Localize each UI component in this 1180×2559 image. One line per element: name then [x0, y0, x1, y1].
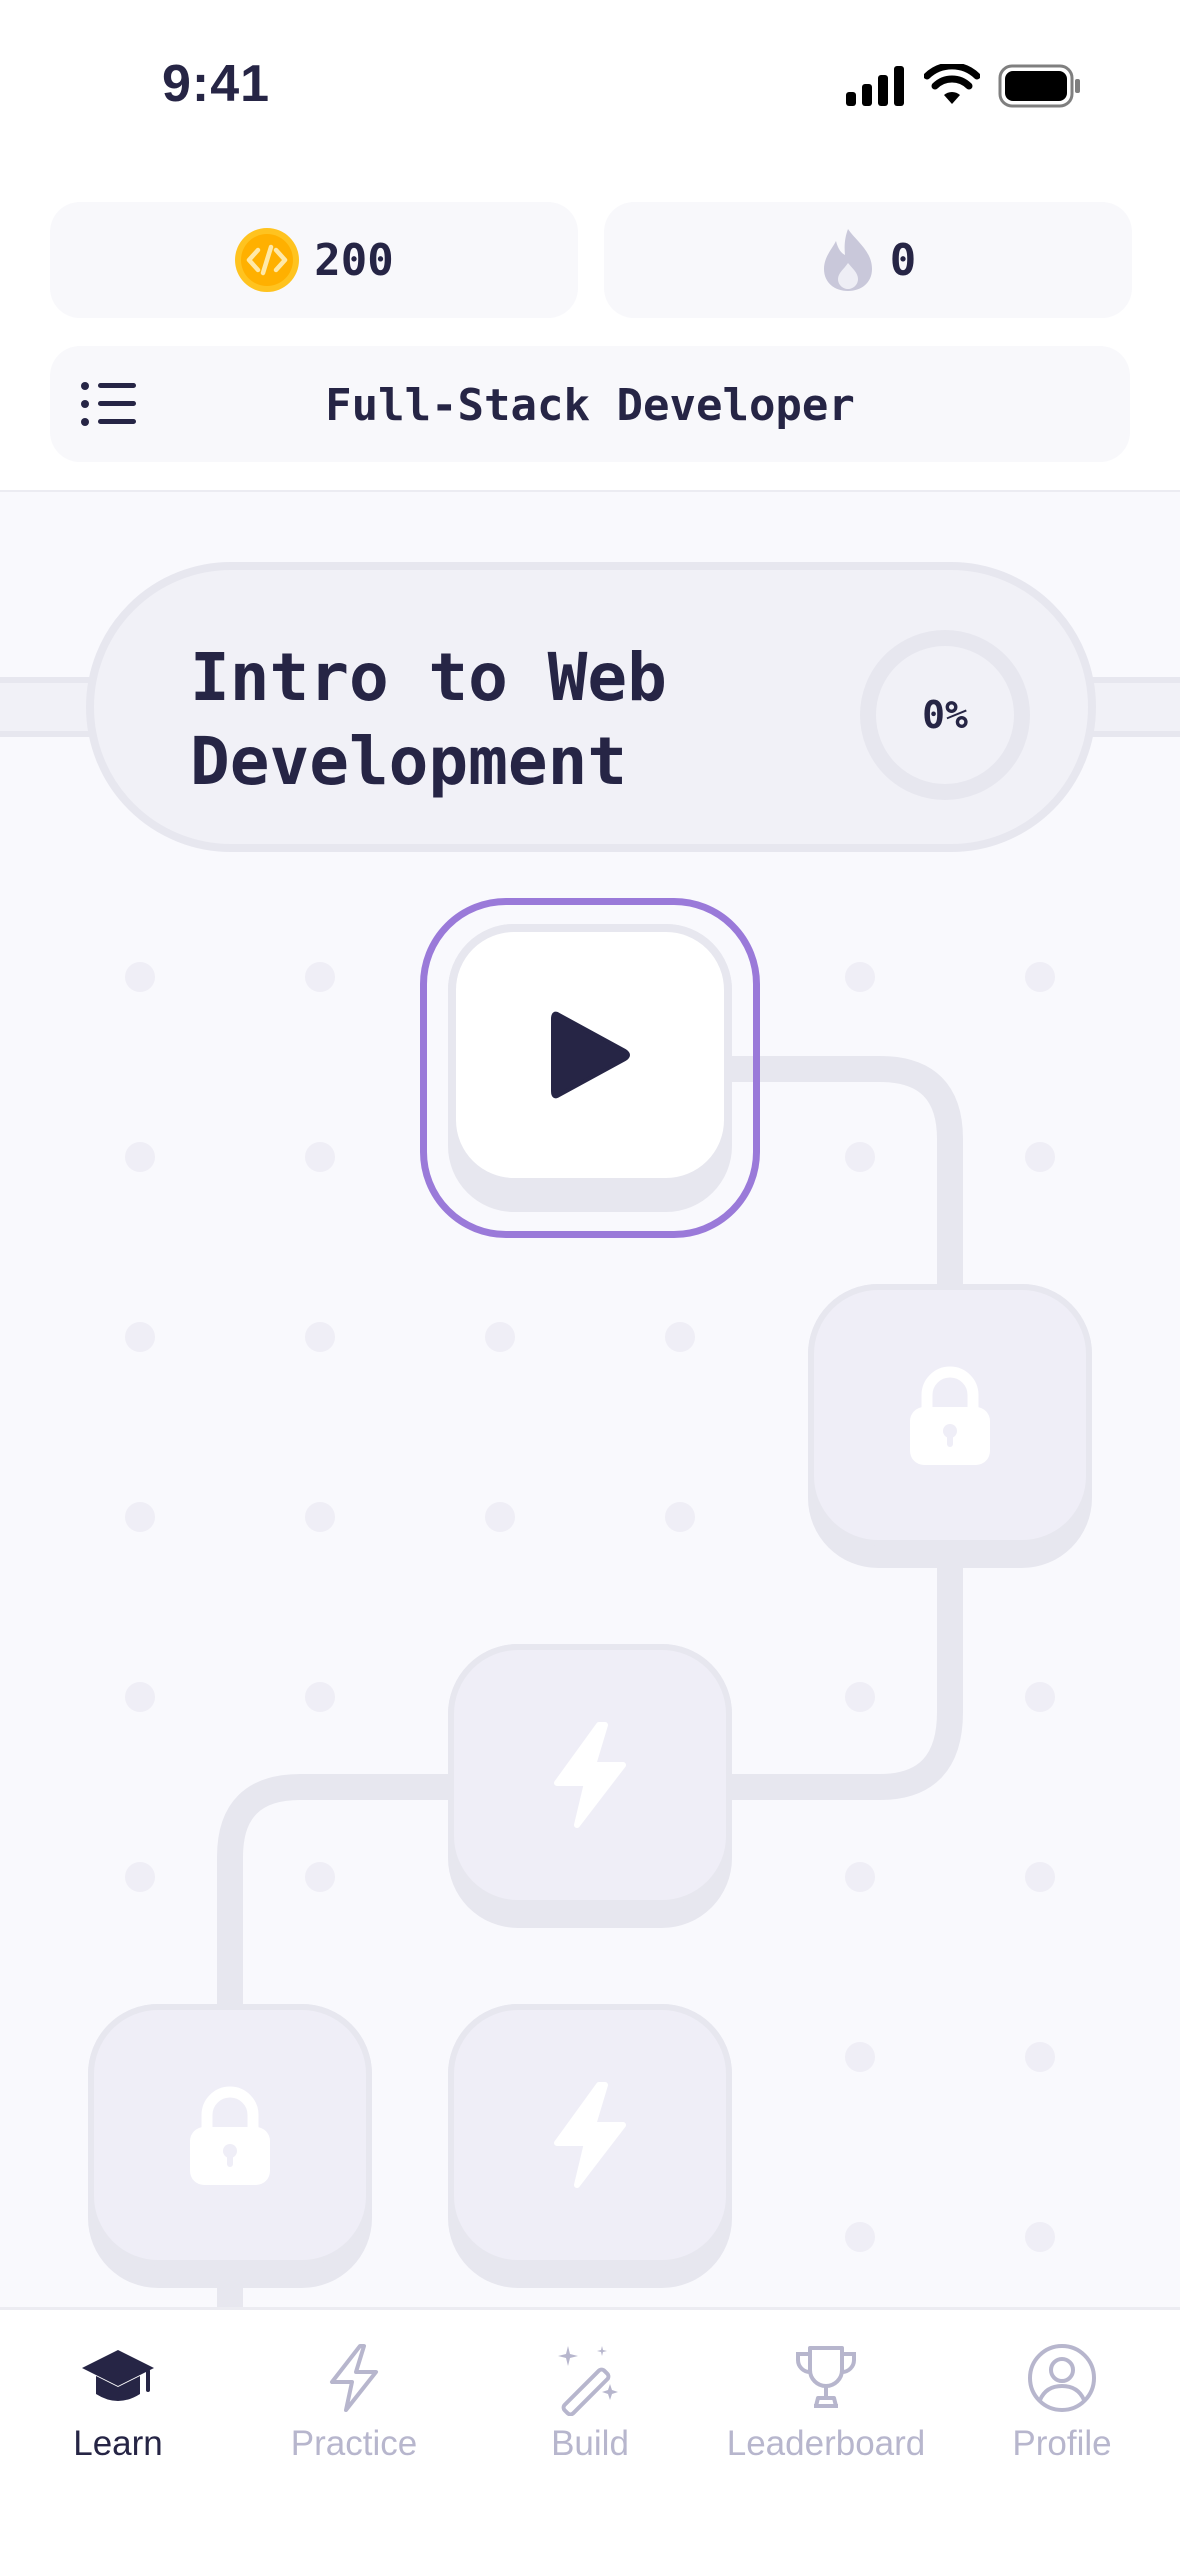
tab-learn-label: Learn [73, 2424, 163, 2463]
tab-leaderboard-label: Leaderboard [726, 2424, 926, 2463]
lightning-icon [554, 1722, 626, 1828]
tab-build[interactable]: Build [472, 2330, 708, 2490]
unit-header[interactable]: Intro to Web Development 0% [86, 562, 1096, 852]
lightning-icon [330, 2344, 378, 2412]
wifi-icon [924, 64, 980, 104]
lightning-icon [554, 2082, 626, 2188]
lesson-node-practice[interactable] [448, 1644, 732, 1928]
lesson-node-locked[interactable] [808, 1284, 1092, 1568]
unit-progress-value: 0% [922, 693, 968, 737]
unit-progress-ring: 0% [860, 630, 1030, 800]
status-time: 9:41 [162, 55, 271, 113]
lock-icon [190, 2086, 270, 2185]
lesson-node-locked-2[interactable] [88, 2004, 372, 2288]
flame-icon [823, 229, 872, 291]
unit-title: Intro to Web Development [190, 639, 667, 800]
tab-build-label: Build [551, 2424, 629, 2463]
tab-leaderboard[interactable]: Leaderboard [708, 2330, 944, 2490]
magic-wand-icon [558, 2346, 618, 2416]
tab-learn[interactable]: Learn [0, 2330, 236, 2490]
coins-card[interactable]: 200 [50, 202, 578, 318]
tab-bar: Learn Practice Build Leaderboard Profile [0, 2307, 1180, 2559]
track-title: Full-Stack Developer [325, 380, 855, 431]
tab-profile[interactable]: Profile [944, 2330, 1180, 2490]
signal-icon [846, 66, 904, 106]
graduation-cap-icon [82, 2350, 154, 2401]
tab-practice-label: Practice [290, 2424, 418, 2463]
battery-icon [998, 64, 1080, 108]
tab-profile-label: Profile [1012, 2424, 1112, 2463]
header: 200 0 Full-Stack Developer [0, 170, 1180, 493]
streak-value: 0 [889, 234, 917, 286]
tab-practice[interactable]: Practice [236, 2330, 472, 2490]
lesson-node-start[interactable] [448, 924, 732, 1212]
lock-icon [910, 1366, 990, 1465]
track-selector[interactable]: Full-Stack Developer [50, 346, 1130, 462]
coins-value: 200 [314, 234, 394, 286]
streak-card[interactable]: 0 [604, 202, 1132, 318]
coin-icon [235, 228, 300, 292]
user-circle-icon [1028, 2344, 1096, 2412]
learning-map: Intro to Web Development 0% [0, 492, 1180, 2307]
lesson-node-practice-2[interactable] [448, 2004, 732, 2288]
trophy-icon [796, 2346, 856, 2408]
play-icon [551, 1011, 630, 1099]
